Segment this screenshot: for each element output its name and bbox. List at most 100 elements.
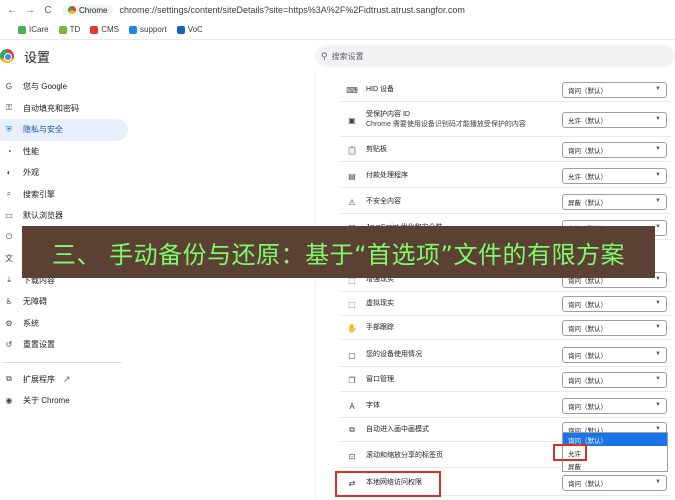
permission-row: ▢ 您的设备使用情况 询问（默认） ▼ — [330, 343, 675, 367]
permission-row: A 字体 询问（默认） ▼ — [330, 394, 675, 418]
reload-icon[interactable]: C — [42, 5, 54, 16]
bookmark-label: ICare — [29, 25, 49, 34]
permission-icon: ⚠ — [348, 197, 356, 207]
permission-label: 虚拟现实 — [366, 300, 394, 307]
bookmark-label: CMS — [101, 25, 120, 34]
permission-label: 手部跟踪 — [366, 324, 394, 331]
sidebar-item-about[interactable]: ◉ 关于 Chrome — [0, 390, 140, 412]
bookmark-voc[interactable]: VoC — [176, 25, 203, 34]
forward-icon[interactable]: → — [24, 5, 36, 16]
permission-select[interactable]: 允许（默认） ▼ — [562, 112, 667, 128]
sidebar-item[interactable]: ⛨ 隐私与安全 — [0, 119, 128, 141]
panel-divider — [315, 72, 316, 500]
permission-select[interactable]: 询问（默认） ▼ — [562, 296, 667, 312]
chevron-down-icon: ▼ — [655, 116, 661, 122]
permission-row: 📋 剪贴板 询问（默认） ▼ — [330, 138, 675, 162]
sidebar-item[interactable]: ↺ 重置设置 — [0, 334, 140, 356]
bookmark-label: support — [140, 25, 167, 34]
permission-label-group: 不安全内容 — [366, 197, 401, 207]
permission-icon: ▣ — [348, 115, 356, 125]
permission-select[interactable]: 询问（默认） ▼ — [562, 82, 667, 98]
sidebar-item[interactable]: ◔ 性能 — [0, 141, 140, 163]
sidebar-item-icon: ⚙ — [5, 318, 13, 328]
sidebar-item-icon: ⚿ — [5, 103, 13, 113]
sidebar-item-icon: ⛨ — [6, 124, 12, 134]
permission-row: ❐ 窗口管理 询问（默认） ▼ — [330, 368, 675, 392]
voc-icon — [176, 25, 185, 34]
chevron-down-icon: ▼ — [655, 86, 661, 92]
address-bar: ← → C Chrome chrome://settings/content/s… — [0, 0, 675, 20]
sidebar-item-icon: ▭ — [5, 211, 13, 221]
sidebar-item-icon: ↺ — [5, 340, 13, 350]
permission-select-value: 允许（默认） — [568, 174, 607, 181]
search-icon: ⚲ — [321, 50, 328, 61]
permission-label-group: 字体 — [366, 401, 380, 411]
sidebar-item[interactable]: ♿ 无障碍 — [0, 291, 140, 313]
sidebar-item-icon: ⤓ — [7, 275, 11, 285]
permission-select-value: 询问（默认） — [568, 353, 607, 360]
bookmark-td[interactable]: TD — [58, 25, 80, 34]
sidebar-item-icon: ◐ — [6, 168, 12, 178]
permission-select[interactable]: 询问（默认） ▼ — [562, 398, 667, 414]
search-input[interactable]: ⚲ 搜索设置 — [315, 45, 675, 67]
sidebar-item-label: 默认浏览器 — [23, 211, 63, 221]
permission-select[interactable]: 询问（默认） ▼ — [562, 475, 667, 491]
sidebar-item[interactable]: ▭ 默认浏览器 — [0, 205, 140, 227]
sidebar-item[interactable]: G 您与 Google — [0, 76, 140, 98]
bookmark-cms[interactable]: CMS — [90, 25, 119, 34]
permission-label: 受保护内容 ID — [366, 111, 410, 118]
permission-icon: ▤ — [348, 171, 356, 181]
chrome-logo-icon — [0, 49, 14, 63]
sidebar-item-icon: ◔ — [6, 146, 12, 156]
permission-select[interactable]: 屏蔽（默认） ▼ — [562, 194, 667, 210]
pin-icon — [58, 25, 67, 34]
url-field[interactable]: chrome://settings/content/siteDetails?si… — [119, 5, 464, 15]
sidebar-item[interactable]: ⚿ 自动填充和密码 — [0, 98, 140, 120]
permission-select[interactable]: 允许（默认） ▼ — [562, 168, 667, 184]
chevron-down-icon: ▼ — [655, 376, 661, 382]
chrome-site-chip[interactable]: Chrome — [62, 4, 114, 16]
sidebar-item[interactable]: ⌕ 搜索引擎 — [0, 184, 140, 206]
sidebar-item[interactable]: ◐ 外观 — [0, 162, 140, 184]
bookmark-support[interactable]: support — [129, 25, 167, 34]
permission-select[interactable]: 询问（默认） ▼ — [562, 320, 667, 336]
permission-label: 剪贴板 — [366, 146, 387, 153]
permission-label-group: 剪贴板 — [366, 145, 387, 155]
permission-select[interactable]: 询问（默认） ▼ — [562, 347, 667, 363]
chevron-down-icon: ▼ — [655, 402, 661, 408]
permission-label: 字体 — [366, 402, 380, 409]
permission-label: HID 设备 — [366, 86, 394, 93]
permission-row: ⬚ 虚拟现实 询问（默认） ▼ — [330, 292, 675, 316]
sidebar-item-label: 无障碍 — [23, 297, 47, 307]
chevron-down-icon: ▼ — [655, 300, 661, 306]
permission-select[interactable]: 询问（默认） ▼ — [562, 142, 667, 158]
permission-select-value: 允许（默认） — [568, 118, 607, 125]
settings-header: 设置 ⚲ 搜索设置 — [0, 40, 675, 72]
permission-select[interactable]: 询问（默认） ▼ — [562, 372, 667, 388]
row-divider — [340, 187, 671, 188]
permission-icon: ▢ — [348, 350, 356, 360]
back-icon[interactable]: ← — [6, 5, 18, 16]
permission-label-group: HID 设备 — [366, 85, 394, 95]
sidebar-item[interactable]: ⚙ 系统 — [0, 313, 140, 335]
permission-label-group: 付款处理程序 — [366, 171, 408, 181]
sidebar-item-icon: ⌕ — [6, 189, 12, 199]
bookmarks-bar: ICare TD CMS support VoC — [0, 20, 675, 40]
page-title: 设置 — [24, 49, 51, 65]
permission-label: 窗口管理 — [366, 376, 394, 383]
permission-row: ▣ 受保护内容 ID Chrome 需要使用设备识别码才能播放受保护的内容 允许（默认… — [330, 103, 675, 137]
caption-text: 三、 手动备份与还原：基于“首选项”文件的有限方案 — [52, 240, 625, 269]
permission-label-group: 虚拟现实 — [366, 299, 394, 309]
sidebar-item-icon: 文 — [5, 254, 13, 264]
leaf-icon — [18, 25, 26, 34]
permission-icon: ❐ — [348, 375, 356, 385]
permission-icon: ✋ — [347, 323, 357, 333]
sidebar-item-label: 系统 — [23, 318, 39, 328]
row-divider — [340, 101, 671, 102]
extensions-icon: ⧉ — [6, 374, 12, 384]
permission-label: 自动进入画中画模式 — [366, 426, 429, 433]
bookmark-icare[interactable]: ICare — [18, 25, 49, 34]
sidebar-item-extensions[interactable]: ⧉ 扩展程序 ↗ — [0, 369, 140, 391]
row-divider — [340, 391, 671, 392]
permission-icon: ⌨ — [346, 85, 358, 95]
